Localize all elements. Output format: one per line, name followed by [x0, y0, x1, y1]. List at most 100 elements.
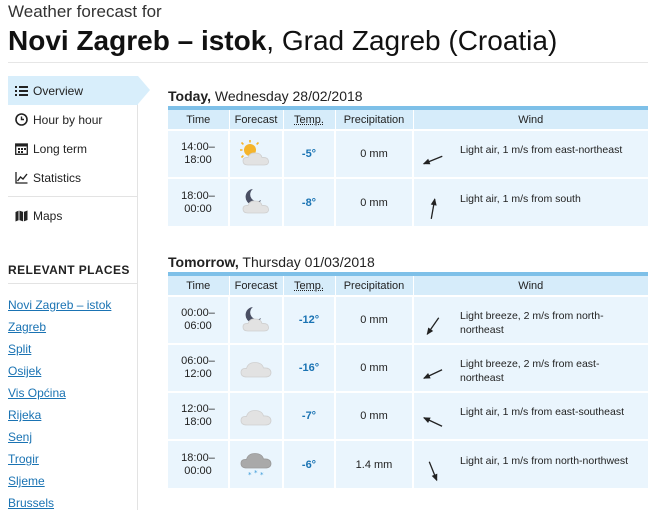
- wind-cell: Light breeze, 2 m/s from east-northeast: [413, 344, 648, 392]
- relevant-places-list: Novi Zagreb – istok Zagreb Split Osijek …: [8, 294, 137, 510]
- list-item: Sljeme: [8, 470, 137, 492]
- col-temp[interactable]: Temp.: [294, 280, 324, 292]
- place-link[interactable]: Trogir: [8, 452, 39, 466]
- time-from: 18:00–: [168, 190, 228, 203]
- col-time: Time: [168, 110, 229, 130]
- table-row: 18:00– 00:00 * * * -6° 1.4 mm Light air, 1 …: [168, 440, 648, 488]
- page-title: Novi Zagreb – istok, Grad Zagreb (Croati…: [8, 22, 656, 60]
- forecast-table-tomorrow: Time Forecast Temp. Precipitation Wind 0…: [168, 276, 648, 488]
- place-link[interactable]: Zagreb: [8, 320, 46, 334]
- wind-description: Light air, 1 m/s from east-northeast: [460, 143, 622, 157]
- time-to: 18:00: [168, 416, 228, 429]
- col-wind: Wind: [413, 276, 648, 296]
- time-from: 18:00–: [168, 452, 228, 465]
- wind-cell: Light breeze, 2 m/s from north-northeast: [413, 296, 648, 344]
- svg-text:*: *: [248, 471, 252, 479]
- list-item: Brussels: [8, 492, 137, 510]
- time-to: 12:00: [168, 368, 228, 381]
- place-link[interactable]: Novi Zagreb – istok: [8, 298, 111, 312]
- time-cell: 06:00– 12:00: [168, 344, 229, 392]
- place-link[interactable]: Split: [8, 342, 31, 356]
- wind-description: Light air, 1 m/s from south: [460, 192, 581, 206]
- wind-description: Light breeze, 2 m/s from east-northeast: [460, 357, 642, 385]
- wind-arrow-icon: [420, 409, 446, 435]
- forecast-cell: [229, 344, 283, 392]
- wind-cell: Light air, 1 m/s from south: [413, 178, 648, 226]
- day-heading: Tomorrow, Thursday 01/03/2018: [168, 252, 648, 272]
- place-link[interactable]: Sljeme: [8, 474, 45, 488]
- sun-cloud-icon: [236, 159, 276, 171]
- wind-arrow-icon: [420, 147, 446, 173]
- time-to: 06:00: [168, 320, 228, 333]
- day-date: Thursday 01/03/2018: [239, 254, 375, 270]
- nav-statistics[interactable]: Statistics: [0, 163, 137, 192]
- precipitation-value: 0 mm: [335, 296, 413, 344]
- nav-overview[interactable]: Overview: [8, 76, 138, 105]
- list-item: Trogir: [8, 448, 137, 470]
- relevant-places-heading: RELEVANT PLACES: [8, 263, 138, 284]
- location-region: , Grad Zagreb (Croatia): [266, 25, 557, 56]
- forecast-cell: [229, 296, 283, 344]
- temperature-value: -5°: [283, 130, 335, 178]
- col-forecast: Forecast: [229, 110, 283, 130]
- table-row: 12:00– 18:00 -7° 0 mm Light air, 1 m/s fr…: [168, 392, 648, 440]
- page-header: Weather forecast for Novi Zagreb – istok…: [8, 2, 656, 60]
- col-wind: Wind: [413, 110, 648, 130]
- table-row: 14:00– 18:00 -5° 0 mm Light air, 1 m/s fr…: [168, 130, 648, 178]
- svg-text:*: *: [260, 471, 264, 479]
- place-link[interactable]: Senj: [8, 430, 32, 444]
- place-link[interactable]: Brussels: [8, 496, 54, 510]
- col-time: Time: [168, 276, 229, 296]
- time-from: 12:00–: [168, 403, 228, 416]
- wind-cell: Light air, 1 m/s from east-southeast: [413, 392, 648, 440]
- svg-text:*: *: [254, 469, 258, 477]
- header-divider: [8, 62, 648, 63]
- map-icon: [14, 209, 28, 223]
- table-row: 00:00– 06:00 -12° 0 mm Light breeze, 2 m/…: [168, 296, 648, 344]
- nav-maps[interactable]: Maps: [0, 201, 137, 230]
- wind-arrow-icon: [420, 196, 446, 222]
- nav-label: Hour by hour: [33, 113, 102, 127]
- list-icon: [14, 84, 28, 98]
- wind-arrow-icon: [420, 458, 446, 484]
- place-link[interactable]: Rijeka: [8, 408, 41, 422]
- time-cell: 14:00– 18:00: [168, 130, 229, 178]
- time-from: 06:00–: [168, 355, 228, 368]
- time-cell: 18:00– 00:00: [168, 440, 229, 488]
- sidebar: Overview Hour by hour Long term Statisti…: [0, 76, 138, 510]
- time-to: 00:00: [168, 465, 228, 478]
- table-row: 06:00– 12:00 -16° 0 mm Light breeze, 2 m/…: [168, 344, 648, 392]
- place-link[interactable]: Osijek: [8, 364, 41, 378]
- list-item: Senj: [8, 426, 137, 448]
- col-precip: Precipitation: [335, 276, 413, 296]
- temperature-value: -16°: [283, 344, 335, 392]
- list-item: Vis Općina: [8, 382, 137, 404]
- temperature-value: -12°: [283, 296, 335, 344]
- cloud-icon: [236, 373, 276, 385]
- wind-description: Light air, 1 m/s from north-northwest: [460, 454, 628, 468]
- forecast-main: Today, Wednesday 28/02/2018 Time Forecas…: [168, 86, 648, 488]
- forecast-cell: [229, 392, 283, 440]
- calendar-icon: [14, 142, 28, 156]
- nav-hour-by-hour[interactable]: Hour by hour: [0, 105, 137, 134]
- nav-label: Long term: [33, 142, 87, 156]
- day-heading: Today, Wednesday 28/02/2018: [168, 86, 648, 106]
- list-item: Zagreb: [8, 316, 137, 338]
- col-temp[interactable]: Temp.: [294, 114, 324, 126]
- time-to: 18:00: [168, 154, 228, 167]
- precipitation-value: 0 mm: [335, 178, 413, 226]
- col-precip: Precipitation: [335, 110, 413, 130]
- nav-long-term[interactable]: Long term: [0, 134, 137, 163]
- day-date: Wednesday 28/02/2018: [211, 88, 363, 104]
- table-row: 18:00– 00:00 -8° 0 mm Light air, 1 m/s fr…: [168, 178, 648, 226]
- day-label: Today,: [168, 88, 211, 104]
- forecast-table-today: Time Forecast Temp. Precipitation Wind 1…: [168, 110, 648, 226]
- location-name: Novi Zagreb – istok: [8, 25, 266, 56]
- table-header-row: Time Forecast Temp. Precipitation Wind: [168, 110, 648, 130]
- forecast-cell: [229, 130, 283, 178]
- time-to: 00:00: [168, 203, 228, 216]
- temperature-value: -8°: [283, 178, 335, 226]
- wind-description: Light breeze, 2 m/s from north-northeast: [460, 309, 642, 337]
- forecast-cell: [229, 178, 283, 226]
- place-link[interactable]: Vis Općina: [8, 386, 66, 400]
